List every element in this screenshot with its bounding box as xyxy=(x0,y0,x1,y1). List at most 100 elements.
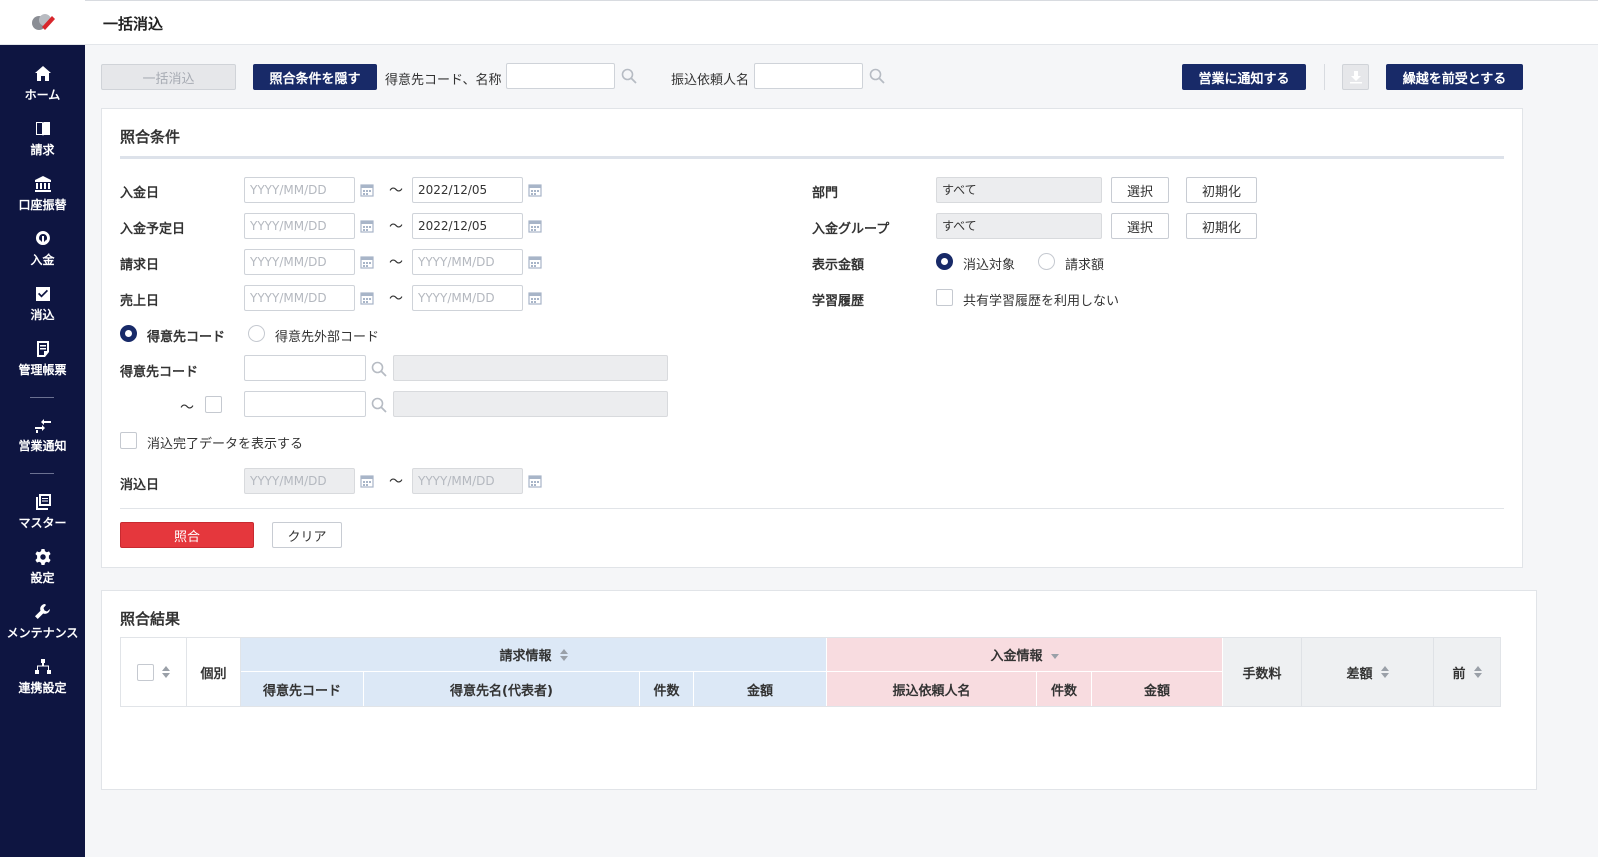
sidebar-item-maintenance[interactable]: メンテナンス xyxy=(0,595,85,649)
hide-conditions-button[interactable]: 照合条件を隠す xyxy=(253,64,377,90)
logo[interactable] xyxy=(0,0,85,45)
match-button[interactable]: 照合 xyxy=(120,522,254,548)
col-payer-name[interactable]: 振込依頼人名 xyxy=(827,672,1037,706)
sort-icon[interactable] xyxy=(559,648,568,661)
code-type-radio-customer[interactable] xyxy=(120,325,137,342)
range-tilde: ～ xyxy=(389,255,403,271)
billing-date-to-input[interactable]: YYYY/MM/DD xyxy=(412,249,523,275)
learning-history-label: 学習履歴 xyxy=(812,294,865,309)
sidebar-item-label: マスター xyxy=(18,516,67,530)
sidebar-item-label: 営業通知 xyxy=(18,439,67,453)
sidebar-item-master[interactable]: マスター xyxy=(0,485,85,539)
reconcile-date-to-input[interactable]: YYYY/MM/DD xyxy=(412,468,523,494)
col-difference[interactable]: 差額 xyxy=(1302,638,1434,706)
sidebar-item-sales-notice[interactable]: 営業通知 xyxy=(0,408,85,462)
sidebar-divider xyxy=(30,473,54,474)
reconcile-date-from-input[interactable]: YYYY/MM/DD xyxy=(244,468,355,494)
sales-date-to-input[interactable]: YYYY/MM/DD xyxy=(412,285,523,311)
sidebar-item-label: メンテナンス xyxy=(6,626,79,640)
range-tilde: ～ xyxy=(389,474,403,490)
sidebar-item-label: 消込 xyxy=(30,308,55,322)
results-title: 照合結果 xyxy=(120,610,181,628)
toolbar-divider xyxy=(1324,64,1325,90)
customer-code-from-input[interactable] xyxy=(244,355,366,381)
network-icon xyxy=(34,659,51,674)
sort-icon[interactable] xyxy=(162,666,170,678)
sort-desc-icon[interactable] xyxy=(1050,654,1059,659)
department-value: すべて xyxy=(936,177,1102,203)
col-prev[interactable]: 前 xyxy=(1434,638,1500,706)
calendar-icon[interactable] xyxy=(528,474,542,488)
col-billing-count[interactable]: 件数 xyxy=(640,672,694,706)
difference-label: 差額 xyxy=(1346,666,1373,682)
arrows-icon xyxy=(34,419,51,433)
no-shared-learning-checkbox[interactable] xyxy=(936,289,953,306)
show-completed-checkbox[interactable] xyxy=(120,432,137,449)
col-fee[interactable]: 手数料 xyxy=(1223,638,1302,706)
calendar-icon[interactable] xyxy=(528,219,542,233)
download-button[interactable] xyxy=(1342,64,1369,90)
amount-display-radio-billing[interactable] xyxy=(1038,253,1055,270)
billing-info-header[interactable]: 請求情報 xyxy=(241,638,827,672)
sidebar-item-reconcile[interactable]: 消込 xyxy=(0,277,85,331)
scheduled-date-from-input[interactable]: YYYY/MM/DD xyxy=(244,213,355,239)
search-icon[interactable] xyxy=(371,361,387,377)
department-reset-button[interactable]: 初期化 xyxy=(1186,177,1257,203)
deposit-icon xyxy=(35,231,50,245)
conditions-title-underline xyxy=(120,156,1504,159)
sidebar-item-home[interactable]: ホーム xyxy=(0,57,85,111)
calendar-icon[interactable] xyxy=(528,183,542,197)
deposit-group-reset-button[interactable]: 初期化 xyxy=(1186,213,1257,239)
sidebar-item-direct-debit[interactable]: 口座振替 xyxy=(0,167,85,221)
deposit-group-select-button[interactable]: 選択 xyxy=(1111,213,1169,239)
page-title: 一括消込 xyxy=(103,15,164,33)
calendar-icon[interactable] xyxy=(528,255,542,269)
notify-sales-button[interactable]: 営業に通知する xyxy=(1182,64,1306,90)
sidebar-item-reports[interactable]: 管理帳票 xyxy=(0,332,85,386)
payer-search-label: 振込依頼人名 xyxy=(671,73,750,88)
customer-code-to-input[interactable] xyxy=(244,391,366,417)
check-square-icon xyxy=(35,287,50,301)
calendar-icon[interactable] xyxy=(360,183,374,197)
code-type-option-label: 得意先コード xyxy=(147,330,226,345)
col-deposit-count[interactable]: 件数 xyxy=(1037,672,1092,706)
conditions-title: 照合条件 xyxy=(120,128,181,146)
deposit-date-to-input[interactable]: 2022/12/05 xyxy=(412,177,523,203)
scheduled-date-to-input[interactable]: 2022/12/05 xyxy=(412,213,523,239)
amount-display-radio-target[interactable] xyxy=(936,253,953,270)
search-icon[interactable] xyxy=(621,68,637,84)
col-deposit-amount[interactable]: 金額 xyxy=(1092,672,1223,706)
deposit-info-header[interactable]: 入金情報 xyxy=(827,638,1223,672)
billing-date-from-input[interactable]: YYYY/MM/DD xyxy=(244,249,355,275)
wrench-icon xyxy=(34,604,50,619)
col-customer-name[interactable]: 得意先名(代表者) xyxy=(364,672,640,706)
customer-code-range-checkbox[interactable] xyxy=(205,396,222,413)
col-billing-amount[interactable]: 金額 xyxy=(694,672,827,706)
search-icon[interactable] xyxy=(869,68,885,84)
sidebar-item-integration[interactable]: 連携設定 xyxy=(0,650,85,704)
bulk-reconcile-button[interactable]: 一括消込 xyxy=(101,64,236,90)
select-all-checkbox[interactable] xyxy=(137,663,154,681)
clear-button[interactable]: クリア xyxy=(272,522,342,548)
sort-icon[interactable] xyxy=(1473,666,1482,678)
calendar-icon[interactable] xyxy=(360,291,374,305)
code-type-radio-external[interactable] xyxy=(248,325,265,342)
calendar-icon[interactable] xyxy=(360,219,374,233)
deposit-date-from-input[interactable]: YYYY/MM/DD xyxy=(244,177,355,203)
sidebar-item-billing[interactable]: 請求 xyxy=(0,112,85,166)
calendar-icon[interactable] xyxy=(360,474,374,488)
search-icon[interactable] xyxy=(371,397,387,413)
calendar-icon[interactable] xyxy=(360,255,374,269)
sidebar-item-settings[interactable]: 設定 xyxy=(0,540,85,594)
carryover-advance-button[interactable]: 繰越を前受とする xyxy=(1386,64,1523,90)
stack-icon xyxy=(35,494,51,510)
payer-search-input[interactable] xyxy=(754,63,863,89)
col-customer-code[interactable]: 得意先コード xyxy=(241,672,364,706)
sort-icon[interactable] xyxy=(1380,666,1389,678)
sidebar-item-deposit[interactable]: 入金 xyxy=(0,222,85,276)
customer-search-input[interactable] xyxy=(506,63,615,89)
calendar-icon[interactable] xyxy=(528,291,542,305)
sales-date-from-input[interactable]: YYYY/MM/DD xyxy=(244,285,355,311)
deposit-date-label: 入金日 xyxy=(120,186,160,201)
department-select-button[interactable]: 選択 xyxy=(1111,177,1169,203)
